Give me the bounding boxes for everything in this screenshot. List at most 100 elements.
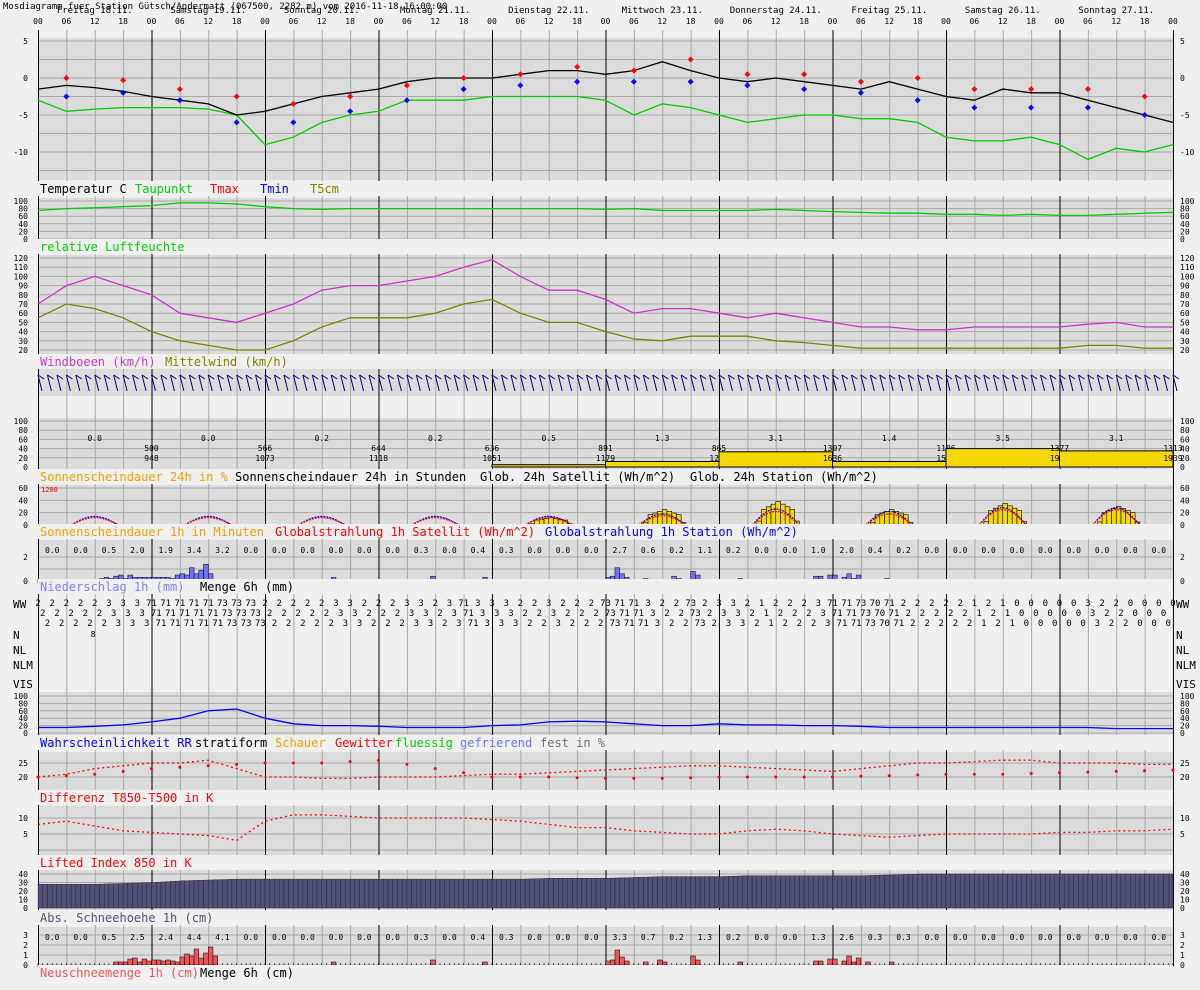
sunshine-1h-bar bbox=[775, 501, 781, 526]
y-tick-label: 120 bbox=[14, 254, 29, 263]
snow-height-bar bbox=[993, 873, 999, 909]
legend-label: Gewitter bbox=[335, 736, 393, 750]
ww-code: 3 bbox=[338, 609, 343, 619]
legend-label: fest in % bbox=[540, 736, 606, 750]
snow-height-bar bbox=[510, 878, 516, 909]
new-snow-6h-label: 0.0 bbox=[329, 933, 344, 942]
t850-t500-dot bbox=[263, 761, 267, 765]
t850-t500-dot bbox=[745, 775, 749, 779]
y-tick-label: 2 bbox=[1180, 553, 1185, 562]
ww-code: 3 bbox=[726, 619, 731, 629]
snow-height-bar bbox=[595, 878, 601, 909]
new-snow-6h-label: 0.0 bbox=[1010, 933, 1025, 942]
snow-height-bar bbox=[487, 878, 493, 909]
snow-height-bar bbox=[676, 876, 682, 909]
new-snow-6h-label: 0.0 bbox=[272, 933, 287, 942]
ww-code: 0 bbox=[1071, 599, 1076, 609]
ww-code: 70 bbox=[879, 619, 890, 629]
precip-6h-label: 0.0 bbox=[1095, 546, 1110, 555]
snow-height-bar bbox=[345, 878, 351, 909]
sunshine-1h-bar bbox=[1002, 503, 1008, 526]
snow-height-bar bbox=[657, 876, 663, 909]
ww-code: 2 bbox=[986, 599, 991, 609]
new-snow-6h-label: 0.0 bbox=[300, 933, 315, 942]
ww-code: 71 bbox=[889, 609, 900, 619]
hour-label: 00 bbox=[147, 17, 157, 26]
ww-code: 71 bbox=[156, 619, 167, 629]
ww-code: 0 bbox=[1033, 609, 1038, 619]
snow-height-bar bbox=[51, 884, 58, 909]
hour-label: 12 bbox=[90, 17, 100, 26]
ww-code: 2 bbox=[276, 599, 281, 609]
snow-height-bar bbox=[610, 877, 616, 909]
snow-height-bar bbox=[841, 875, 847, 909]
snow-height-bar bbox=[156, 882, 162, 909]
snow-height-bar bbox=[988, 873, 994, 909]
legend-label: Tmin bbox=[260, 182, 289, 196]
sunshine-1h-bar bbox=[780, 503, 786, 526]
ww-code: 2 bbox=[522, 609, 527, 619]
ww-code: 2 bbox=[541, 619, 546, 629]
ww-code: 2 bbox=[49, 599, 54, 609]
legend-label: Mittelwind (km/h) bbox=[165, 355, 288, 369]
ww-code: 3 bbox=[716, 599, 721, 609]
y-tick-label: 20 bbox=[1180, 773, 1190, 782]
y-tick-label: 30 bbox=[1180, 337, 1190, 346]
t850-t500-dot bbox=[433, 767, 437, 771]
ww-code: 3 bbox=[1095, 619, 1100, 629]
hour-label: 00 bbox=[941, 17, 951, 26]
ww-code: 71 bbox=[841, 599, 852, 609]
y-tick-label: 20 bbox=[1180, 346, 1190, 355]
ww-code: 0 bbox=[1062, 609, 1067, 619]
row-label: NLM bbox=[13, 659, 33, 672]
snow-height-bar bbox=[122, 883, 129, 909]
precip-6h-label: 0.0 bbox=[385, 546, 400, 555]
snow-height-bar bbox=[255, 878, 261, 909]
precip-6h-label: 0.0 bbox=[45, 546, 60, 555]
hour-label: 18 bbox=[459, 17, 469, 26]
ww-code: 71 bbox=[893, 619, 904, 629]
snow-height-bar bbox=[837, 875, 843, 909]
ww-code: 2 bbox=[749, 609, 754, 619]
ww-code: 0 bbox=[1057, 599, 1062, 609]
y-tick-label: 25 bbox=[1180, 759, 1190, 768]
snow-height-bar bbox=[870, 875, 876, 909]
ww-code: 2 bbox=[664, 609, 669, 619]
snow-height-bar bbox=[331, 878, 337, 909]
legend-label: fluessig bbox=[395, 736, 453, 750]
global-satellite-label: 891 bbox=[598, 444, 613, 453]
ww-code: 3 bbox=[494, 609, 499, 619]
ww-code: 2 bbox=[773, 599, 778, 609]
ww-code: 2 bbox=[957, 599, 962, 609]
snow-height-bar bbox=[127, 883, 133, 909]
snow-height-bar bbox=[321, 878, 327, 909]
ww-code: 71 bbox=[189, 599, 200, 609]
precip-6h-label: 0.0 bbox=[953, 546, 968, 555]
new-snow-bar bbox=[198, 957, 204, 966]
snow-height-bar bbox=[1097, 873, 1103, 909]
ww-code: 2 bbox=[97, 609, 102, 619]
snow-height-bar bbox=[628, 877, 635, 909]
t850-t500-dot bbox=[64, 774, 68, 778]
ww-code: 2 bbox=[376, 599, 381, 609]
legend-label: Sonnenscheindauer 24h in % bbox=[40, 470, 228, 484]
snow-height-bar bbox=[529, 878, 535, 909]
hour-label: 18 bbox=[345, 17, 355, 26]
ww-code: 2 bbox=[943, 599, 948, 609]
ww-code: 2 bbox=[527, 619, 532, 629]
hour-label: 00 bbox=[487, 17, 497, 26]
ww-code: 2 bbox=[262, 599, 267, 609]
t850-t500-dot bbox=[235, 762, 239, 766]
snow-height-bar bbox=[378, 878, 384, 909]
snow-height-bar bbox=[80, 884, 86, 909]
snow-height-bar bbox=[619, 877, 625, 909]
legend-label: Lifted Index 850 in K bbox=[40, 856, 192, 870]
ww-code: 2 bbox=[953, 619, 958, 629]
y-tick-label: 60 bbox=[18, 484, 28, 493]
precip-6h-label: 0.3 bbox=[414, 546, 429, 555]
legend-label: Taupunkt bbox=[135, 182, 193, 196]
ww-code: 2 bbox=[45, 619, 50, 629]
ww-code: 3 bbox=[513, 619, 518, 629]
snow-height-bar bbox=[245, 878, 252, 909]
legend-label: Sonnenscheindauer 24h in Stunden bbox=[235, 470, 467, 484]
